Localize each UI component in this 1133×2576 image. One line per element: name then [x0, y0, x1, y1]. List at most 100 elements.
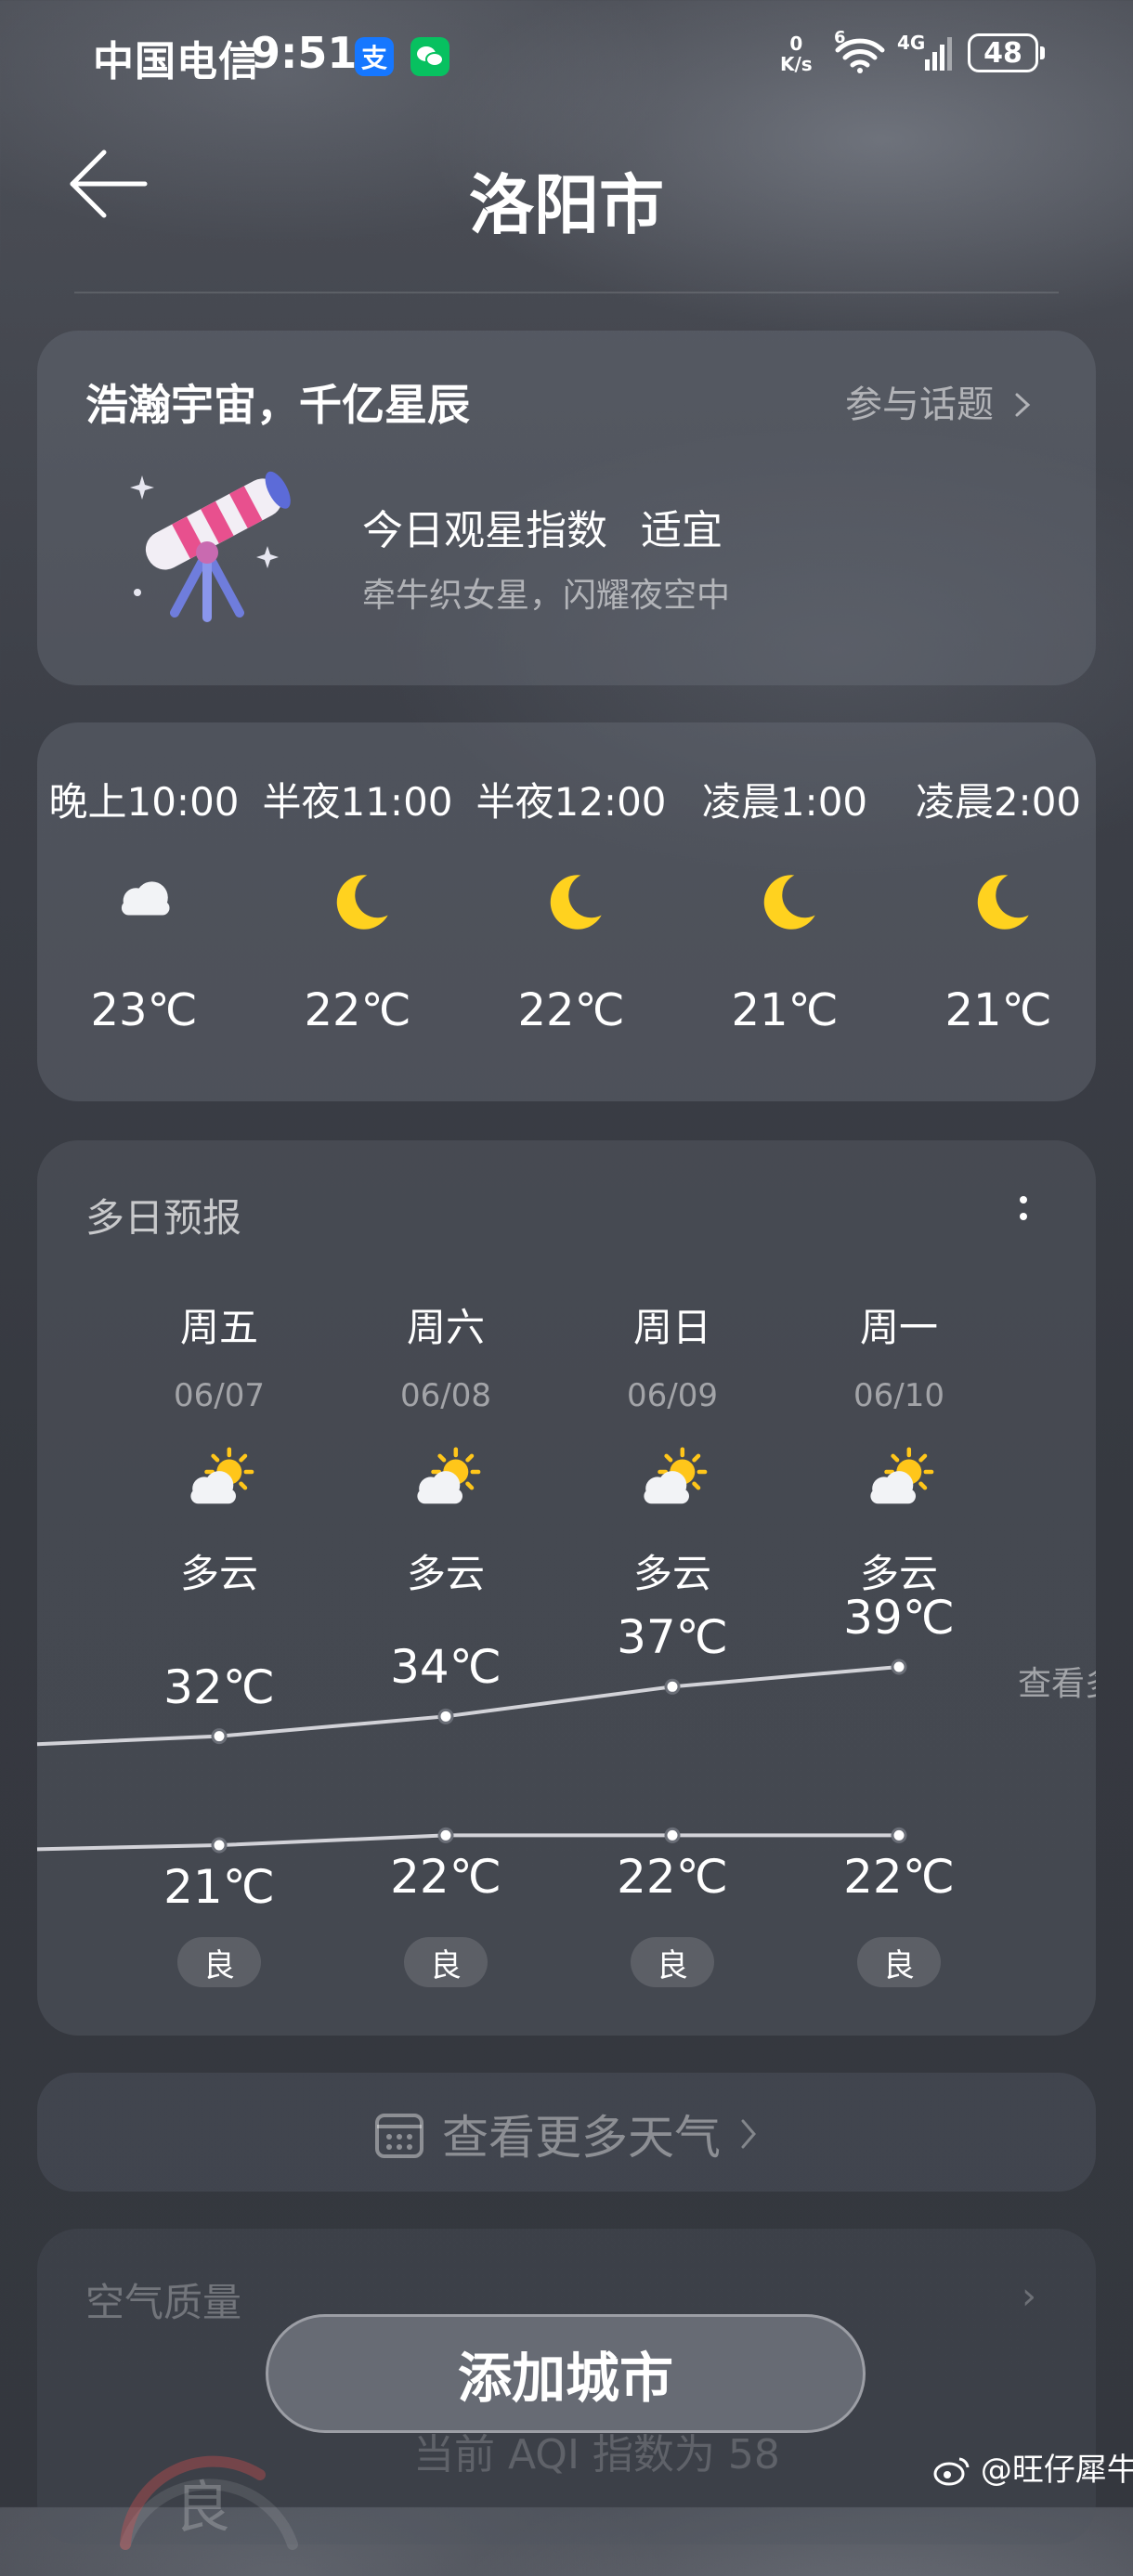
day-date: 06/10 [853, 1377, 944, 1414]
network-speed: 0 K/s [780, 33, 813, 74]
forecast-day: 周一 06/10 多云 [797, 1296, 1001, 1599]
day-date: 06/09 [627, 1377, 718, 1414]
calendar-icon [375, 2114, 423, 2158]
alipay-icon: 支 [355, 37, 394, 76]
low-temp-line [36, 1833, 899, 1852]
hour-temp: 22℃ [517, 984, 625, 1036]
day-name: 周六 [406, 1305, 485, 1350]
hourly-item: 半夜11:00 22℃ [246, 771, 469, 1036]
hour-time: 半夜12:00 [475, 779, 667, 825]
cellular-label: 4G [897, 32, 926, 54]
low-temp-point [437, 1827, 454, 1843]
day-name: 周日 [632, 1305, 711, 1350]
hour-temp: 21℃ [944, 984, 1052, 1036]
day-low-temp: 21℃ [163, 1860, 275, 1915]
chevron-right-icon [1015, 393, 1030, 417]
day-high-temp: 34℃ [390, 1640, 501, 1695]
stargaze-description: 牵牛织女星，闪耀夜空中 [362, 577, 731, 615]
battery-level: 48 [983, 36, 1022, 70]
network-speed-unit: K/s [780, 53, 813, 75]
hour-time: 半夜11:00 [262, 779, 453, 825]
low-temp-point [664, 1827, 681, 1843]
day-aqi-badge: 良 [177, 1937, 261, 1987]
hour-icon-wrap [33, 845, 255, 956]
battery-icon: 48 [968, 33, 1038, 72]
stargaze-index: 今日观星指数 适宜 [362, 497, 723, 556]
battery-tip [1040, 46, 1045, 59]
day-high-temp: 39℃ [843, 1590, 955, 1645]
hour-time: 凌晨2:00 [915, 779, 1082, 825]
partly-cloudy-icon [417, 1447, 481, 1504]
header-divider [74, 292, 1059, 293]
more-weather-label: 查看更多天气 [442, 2111, 721, 2165]
day-condition: 多云 [632, 1551, 711, 1596]
status-time: 9:51 [251, 28, 358, 78]
join-topic-link[interactable]: 参与话题 [845, 374, 1034, 428]
weibo-icon [933, 2457, 970, 2486]
hour-icon-wrap [460, 845, 683, 956]
high-temp-point [437, 1708, 454, 1724]
day-icon-wrap [117, 1438, 321, 1522]
high-temp-point [664, 1678, 681, 1695]
aqi-level: 良 [175, 2476, 230, 2541]
moon-icon [336, 875, 388, 930]
hour-temp: 21℃ [731, 984, 839, 1036]
partly-cloudy-icon [190, 1447, 254, 1504]
air-quality-title: 空气质量 [85, 2280, 242, 2325]
stargaze-index-label: 今日观星指数 [362, 507, 607, 554]
day-high-temp: 37℃ [617, 1610, 728, 1665]
hourly-item: 凌晨2:00 21℃ [887, 771, 1110, 1036]
day-aqi-badge: 良 [857, 1937, 941, 1987]
partly-cloudy-icon [644, 1447, 708, 1504]
day-high-temp: 32℃ [163, 1659, 275, 1714]
cellular-signal-icon: 4G [897, 32, 953, 78]
cloudy-icon [121, 881, 170, 916]
day-icon-wrap [570, 1438, 775, 1522]
network-speed-value: 0 [789, 33, 803, 55]
more-options-icon[interactable] [1014, 1189, 1033, 1244]
telescope-icon [119, 464, 295, 622]
high-temp-point [211, 1728, 228, 1745]
forecast-day: 周六 06/08 多云 [344, 1296, 548, 1599]
chevron-right-icon [741, 2119, 756, 2149]
partly-cloudy-icon [870, 1447, 934, 1504]
weibo-watermark: @旺仔犀牛 [933, 2444, 1133, 2490]
page-title: 洛阳市 [469, 167, 664, 243]
moon-icon [977, 875, 1029, 930]
hour-temp: 23℃ [90, 984, 198, 1036]
day-name: 周五 [179, 1305, 258, 1350]
add-city-button[interactable]: 添加城市 [266, 2314, 866, 2433]
day-aqi-badge: 良 [631, 1937, 714, 1987]
forecast-day: 周日 06/09 多云 [570, 1296, 775, 1599]
moon-icon [550, 875, 602, 930]
chevron-right-icon: › [1022, 2275, 1036, 2318]
low-temp-point [891, 1827, 907, 1843]
hour-temp: 22℃ [304, 984, 411, 1036]
add-city-label: 添加城市 [457, 2347, 673, 2410]
hourly-item: 半夜12:00 22℃ [460, 771, 683, 1036]
low-temp-point [211, 1837, 228, 1854]
more-weather-row[interactable]: 查看更多天气 [0, 2101, 1133, 2167]
hour-time: 晚上10:00 [48, 779, 240, 825]
day-icon-wrap [344, 1438, 548, 1522]
stargaze-headline: 浩瀚宇宙，千亿星辰 [85, 380, 470, 430]
hour-icon-wrap [887, 845, 1110, 956]
hour-icon-wrap [246, 845, 469, 956]
wifi-label: 6 [834, 28, 846, 47]
see-more-days-link[interactable]: 查看多 [1018, 1657, 1096, 1705]
hour-icon-wrap [673, 845, 896, 956]
day-name: 周一 [859, 1305, 938, 1350]
wechat-icon [410, 37, 449, 76]
day-low-temp: 22℃ [617, 1850, 728, 1905]
day-low-temp: 22℃ [843, 1850, 955, 1905]
moon-icon [763, 875, 815, 930]
watermark-text: @旺仔犀牛 [980, 2452, 1133, 2489]
day-condition: 多云 [406, 1551, 485, 1596]
hourly-item: 凌晨1:00 21℃ [673, 771, 896, 1036]
join-topic-label: 参与话题 [845, 384, 994, 426]
day-date: 06/07 [174, 1377, 265, 1414]
high-temp-point [891, 1659, 907, 1675]
hour-time: 凌晨1:00 [701, 779, 868, 825]
day-icon-wrap [797, 1438, 1001, 1522]
day-date: 06/08 [400, 1377, 491, 1414]
